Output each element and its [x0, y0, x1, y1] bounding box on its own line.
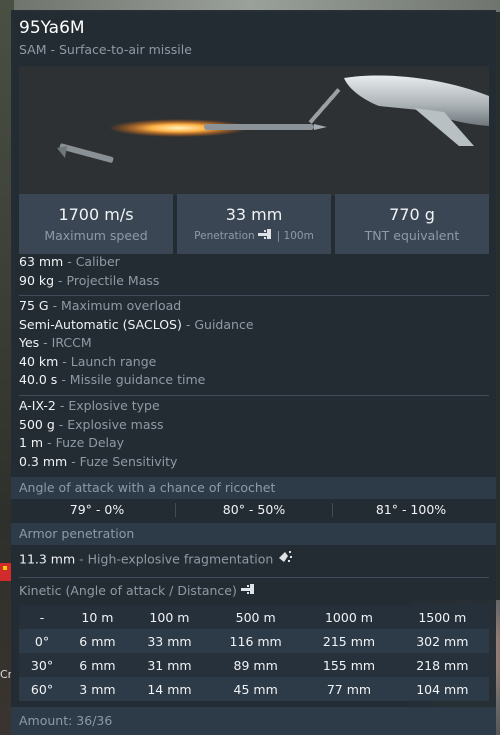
table-header-cell: -	[39, 609, 45, 625]
table-cell: 3 mm	[79, 681, 116, 697]
angle-cell: 0°	[34, 633, 50, 649]
angle-cell: 60°	[30, 681, 54, 697]
stat-label-group: Penetration | 100m	[194, 228, 314, 243]
table-header-cell: 100 m	[149, 609, 190, 625]
property-projectile-mass: 90 kg - Projectile Mass	[19, 272, 160, 288]
fragmentation-icon	[277, 550, 293, 570]
primary-stats: 1700 m/s Maximum speed 33 mm Penetration…	[19, 194, 489, 254]
table-cell: 31 mm	[147, 657, 192, 673]
table-cell: 77 mm	[326, 681, 372, 697]
table-cell: 6 mm	[79, 657, 116, 673]
missile-illustration	[19, 66, 489, 196]
weapon-title: 95Ya6M	[19, 18, 85, 38]
angle-cell: 30°	[30, 657, 54, 673]
armor-penetration-heading: Armor penetration	[11, 523, 496, 545]
table-row: 0° 6 mm 33 mm 116 mm 215 mm 302 mm	[19, 629, 489, 653]
table-cell: 302 mm	[416, 633, 469, 649]
table-row: 30° 6 mm 31 mm 89 mm 155 mm 218 mm	[19, 653, 489, 677]
ricochet-heading: Angle of attack with a chance of ricoche…	[11, 477, 496, 499]
stat-label: Maximum speed	[44, 228, 148, 243]
weapon-subtitle: SAM - Surface-to-air missile	[19, 42, 192, 57]
table-header-cell: 1500 m	[418, 609, 467, 625]
stat-max-speed: 1700 m/s Maximum speed	[19, 194, 173, 254]
stat-value: 770 g	[389, 205, 435, 224]
table-cell: 33 mm	[147, 633, 192, 649]
property-fuze-sensitivity: 0.3 mm - Fuze Sensitivity	[19, 453, 178, 469]
ricochet-values: 79° - 0% 80° - 50% 81° - 100%	[19, 499, 489, 521]
table-cell: 89 mm	[233, 657, 278, 673]
property-fuze-delay: 1 m - Fuze Delay	[19, 435, 125, 450]
stat-label: TNT equivalent	[364, 228, 460, 243]
stat-value: 1700 m/s	[58, 205, 134, 224]
stat-value: 33 mm	[225, 205, 283, 224]
missile-image	[19, 66, 489, 196]
divider	[19, 577, 489, 578]
property-he-penetration: 11.3 mm - High-explosive fragmentation	[19, 550, 489, 570]
table-cell: 14 mm	[147, 681, 192, 697]
ricochet-value: 81° - 100%	[375, 502, 447, 517]
kinetic-heading: Kinetic (Angle of attack / Distance)	[19, 582, 489, 601]
kinetic-heading-row: Kinetic (Angle of attack / Distance)	[19, 582, 489, 601]
property-group-explosive: A-IX-2 - Explosive type 500 g - Explosiv…	[19, 397, 489, 471]
table-cell: 104 mm	[416, 681, 469, 697]
stat-suffix: | 100m	[276, 229, 314, 242]
armor-icon	[257, 228, 274, 243]
tooltip-header: 95Ya6M SAM - Surface-to-air missile	[11, 10, 496, 66]
stat-penetration: 33 mm Penetration | 100m	[177, 194, 331, 254]
property-explosive-type: A-IX-2 - Explosive type	[19, 398, 160, 413]
table-header-row: - 10 m 100 m 500 m 1000 m 1500 m	[19, 605, 489, 629]
divider	[19, 395, 489, 396]
table-header-cell: 10 m	[81, 609, 114, 625]
table-cell: 6 mm	[79, 633, 116, 649]
property-guidance: Semi-Automatic (SACLOS) - Guidance	[19, 316, 254, 332]
property-irccm: Yes - IRCCM	[19, 335, 92, 350]
table-row: 60° 3 mm 14 mm 45 mm 77 mm 104 mm	[19, 677, 489, 701]
table-header-cell: 500 m	[235, 609, 276, 625]
table-cell: 45 mm	[233, 681, 278, 697]
stat-tnt-equivalent: 770 g TNT equivalent	[335, 194, 489, 254]
amount-footer: Amount: 36/36	[11, 707, 496, 735]
kinetic-penetration-table: - 10 m 100 m 500 m 1000 m 1500 m 0° 6 mm…	[19, 605, 489, 701]
stat-label: Penetration	[194, 229, 255, 242]
property-group-guidance: 75 G - Maximum overload Semi-Automatic (…	[19, 297, 489, 390]
divider	[19, 295, 489, 296]
property-explosive-mass: 500 g - Explosive mass	[19, 416, 164, 432]
weapon-info-tooltip: 95Ya6M SAM - Surface-to-air missile 1700…	[11, 10, 496, 735]
ricochet-value: 80° - 50%	[222, 502, 286, 517]
ricochet-value: 79° - 0%	[69, 502, 125, 517]
armor-icon	[240, 582, 257, 601]
table-cell: 215 mm	[322, 633, 376, 649]
property-caliber: 63 mm - Caliber	[19, 254, 120, 269]
armor-penetration-row: 11.3 mm - High-explosive fragmentation	[19, 550, 489, 570]
property-guidance-time: 40.0 s - Missile guidance time	[19, 372, 206, 387]
table-cell: 116 mm	[229, 633, 282, 649]
property-max-overload: 75 G - Maximum overload	[19, 298, 182, 313]
property-launch-range: 40 km - Launch range	[19, 353, 157, 369]
table-cell: 155 mm	[322, 657, 376, 673]
table-cell: 218 mm	[416, 657, 469, 673]
property-group-basic: 63 mm - Caliber 90 kg - Projectile Mass	[19, 253, 489, 290]
table-header-cell: 1000 m	[324, 609, 373, 625]
